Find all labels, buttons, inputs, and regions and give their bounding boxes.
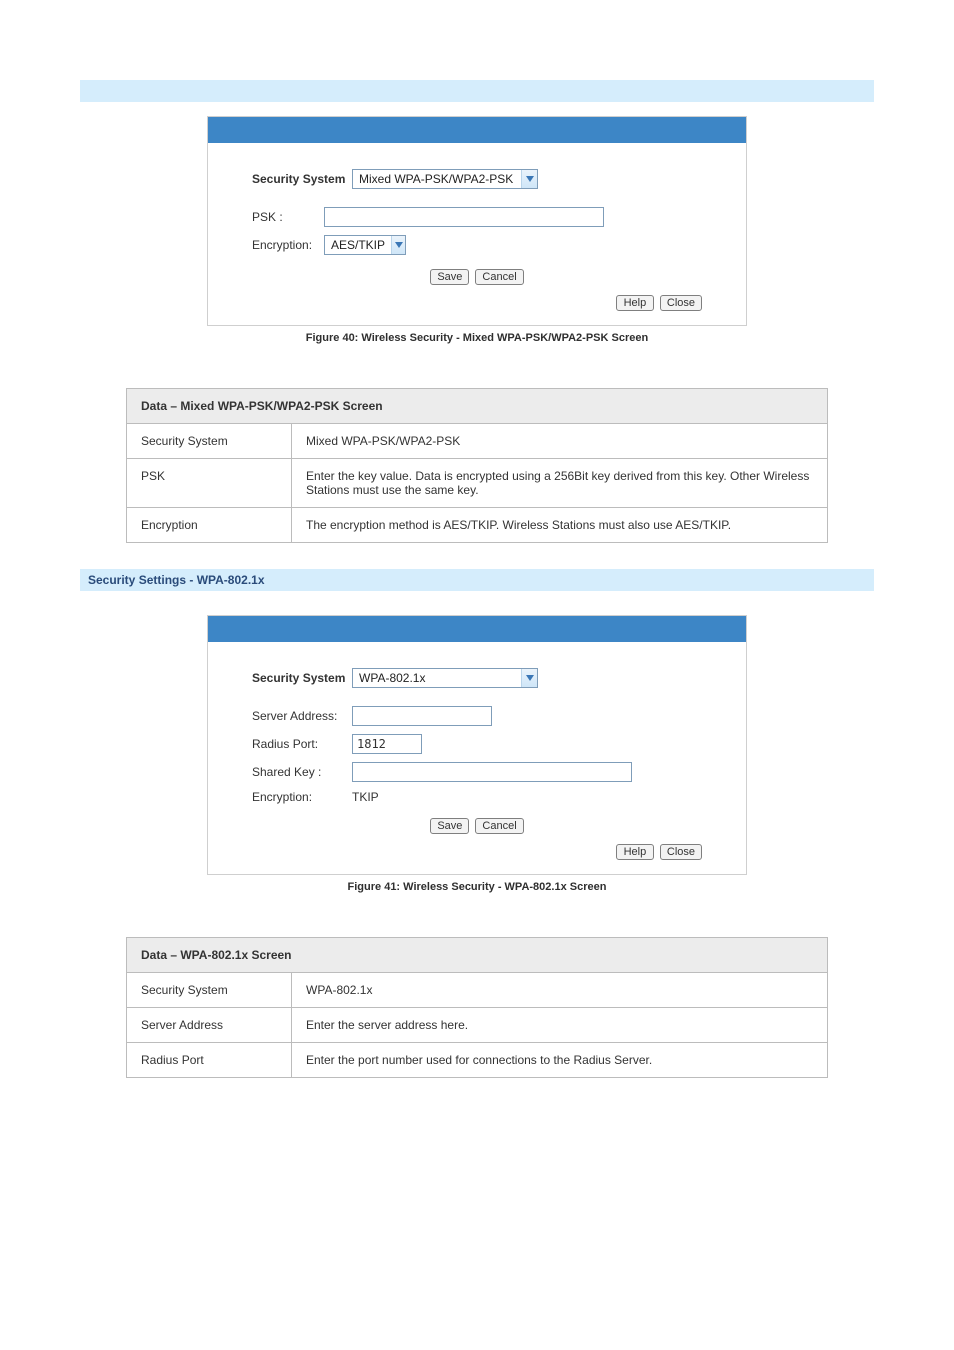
help-button[interactable]: Help xyxy=(616,295,654,311)
section-title: Security Settings - WPA-802.1x xyxy=(88,573,265,587)
encryption-value-2: TKIP xyxy=(352,790,379,804)
table-value: Enter the key value. Data is encrypted u… xyxy=(292,459,828,508)
security-system-value-2: WPA-802.1x xyxy=(353,671,521,685)
table-header-row: Data – Mixed WPA-PSK/WPA2-PSK Screen xyxy=(127,389,828,424)
table-header-row: Data – WPA-802.1x Screen xyxy=(127,938,828,973)
save-button[interactable]: Save xyxy=(430,269,469,285)
server-address-label: Server Address: xyxy=(252,709,352,723)
table-key: Server Address xyxy=(127,1008,292,1043)
table-row: PSK Enter the key value. Data is encrypt… xyxy=(127,459,828,508)
security-system-value: Mixed WPA-PSK/WPA2-PSK xyxy=(353,172,521,186)
cancel-button[interactable]: Cancel xyxy=(475,269,523,285)
figure-header xyxy=(208,616,746,642)
radius-port-label: Radius Port: xyxy=(252,737,352,751)
table-header: Data – Mixed WPA-PSK/WPA2-PSK Screen xyxy=(127,389,828,424)
security-system-select[interactable]: Mixed WPA-PSK/WPA2-PSK xyxy=(352,169,538,189)
encryption-value: AES/TKIP xyxy=(325,238,391,252)
server-address-input[interactable] xyxy=(352,706,492,726)
section-bar-2: Security Settings - WPA-802.1x xyxy=(80,569,874,591)
save-button[interactable]: Save xyxy=(430,818,469,834)
definition-table-mixed-wpa: Data – Mixed WPA-PSK/WPA2-PSK Screen Sec… xyxy=(126,388,828,543)
psk-input[interactable] xyxy=(324,207,604,227)
security-system-label-2: Security System xyxy=(252,671,352,685)
chevron-down-icon xyxy=(391,236,405,254)
figure-caption-1: Figure 40: Wireless Security - Mixed WPA… xyxy=(80,332,874,344)
figure-caption-2: Figure 41: Wireless Security - WPA-802.1… xyxy=(80,881,874,893)
radius-port-value: 1812 xyxy=(357,737,386,751)
shared-key-input[interactable] xyxy=(352,762,632,782)
table-value: Enter the server address here. xyxy=(292,1008,828,1043)
table-value: WPA-802.1x xyxy=(292,973,828,1008)
table-row: Security System WPA-802.1x xyxy=(127,973,828,1008)
section-bar-1 xyxy=(80,80,874,102)
close-button[interactable]: Close xyxy=(660,295,702,311)
table-key: PSK xyxy=(127,459,292,508)
table-key: Security System xyxy=(127,424,292,459)
security-system-label: Security System xyxy=(252,172,352,186)
encryption-select[interactable]: AES/TKIP xyxy=(324,235,406,255)
figure-mixed-wpa: Security System Mixed WPA-PSK/WPA2-PSK P… xyxy=(207,116,747,326)
table-value: Enter the port number used for connectio… xyxy=(292,1043,828,1078)
encryption-label-2: Encryption: xyxy=(252,790,352,804)
security-system-select-2[interactable]: WPA-802.1x xyxy=(352,668,538,688)
table-header: Data – WPA-802.1x Screen xyxy=(127,938,828,973)
encryption-label: Encryption: xyxy=(252,238,324,252)
figure-wpa-8021x: Security System WPA-802.1x Server Addres… xyxy=(207,615,747,875)
table-key: Security System xyxy=(127,973,292,1008)
chevron-down-icon xyxy=(521,170,537,188)
table-key: Encryption xyxy=(127,508,292,543)
table-row: Security System Mixed WPA-PSK/WPA2-PSK xyxy=(127,424,828,459)
close-button[interactable]: Close xyxy=(660,844,702,860)
psk-label: PSK : xyxy=(252,210,324,224)
figure-header xyxy=(208,117,746,143)
shared-key-label: Shared Key : xyxy=(252,765,352,779)
table-key: Radius Port xyxy=(127,1043,292,1078)
table-value: The encryption method is AES/TKIP. Wirel… xyxy=(292,508,828,543)
table-row: Server Address Enter the server address … xyxy=(127,1008,828,1043)
chevron-down-icon xyxy=(521,669,537,687)
help-button[interactable]: Help xyxy=(616,844,654,860)
radius-port-input[interactable]: 1812 xyxy=(352,734,422,754)
definition-table-wpa-8021x: Data – WPA-802.1x Screen Security System… xyxy=(126,937,828,1078)
table-row: Radius Port Enter the port number used f… xyxy=(127,1043,828,1078)
table-row: Encryption The encryption method is AES/… xyxy=(127,508,828,543)
cancel-button[interactable]: Cancel xyxy=(475,818,523,834)
table-value: Mixed WPA-PSK/WPA2-PSK xyxy=(292,424,828,459)
